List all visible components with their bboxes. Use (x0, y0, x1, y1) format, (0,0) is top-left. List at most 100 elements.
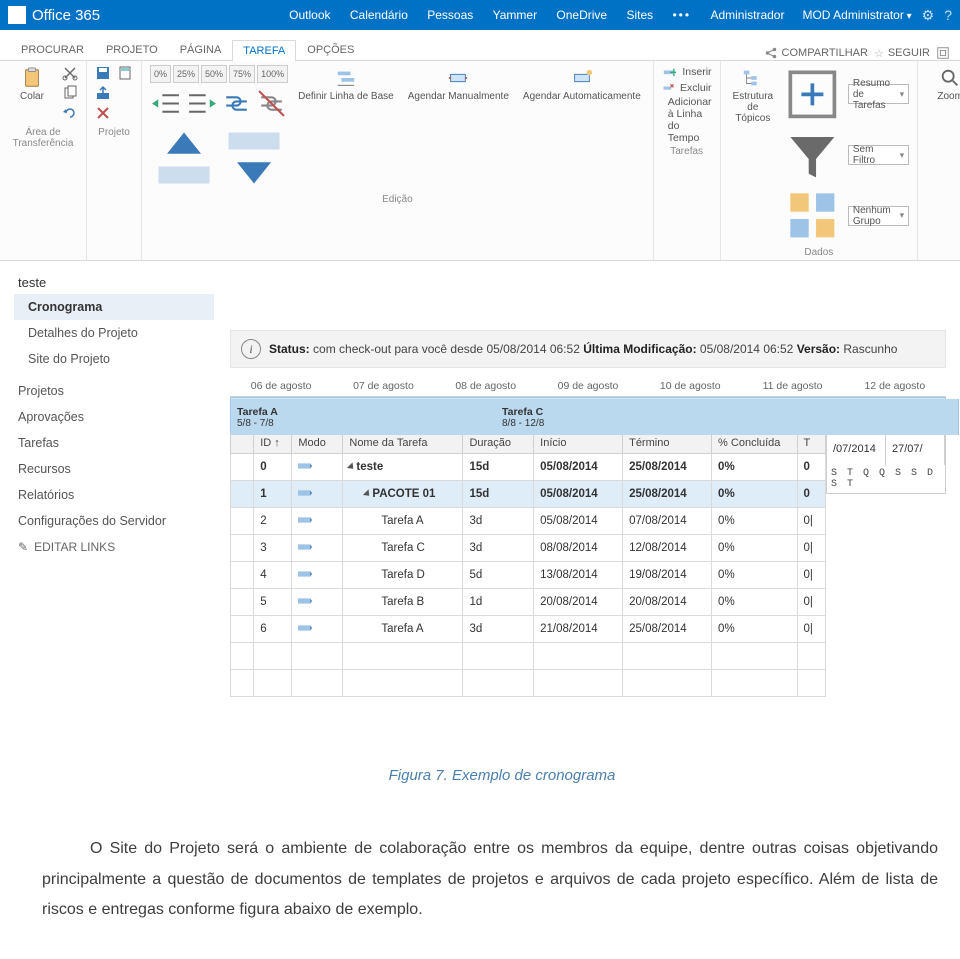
table-row[interactable]: 1PACOTE 0115d05/08/201425/08/20140%0 (231, 481, 826, 508)
col-id[interactable]: ID ↑ (254, 433, 292, 454)
sidebar-item-details[interactable]: Detalhes do Projeto (14, 320, 214, 346)
body-text: O Site do Projeto será o ambiente de col… (0, 834, 960, 959)
follow-button[interactable]: ☆SEGUIR (874, 46, 930, 60)
sidebar-item-server-settings[interactable]: Configurações do Servidor (14, 508, 214, 534)
row-up-icon[interactable] (150, 124, 218, 192)
table-row[interactable]: 0teste15d05/08/201425/08/20140%0 (231, 454, 826, 481)
office-logo-icon (8, 6, 26, 24)
gantt-bars: Tarefa A5/8 - 7/8Tarefa C8/8 - 12/8 (230, 397, 946, 432)
dd-summary[interactable]: Resumo de Tarefas (783, 65, 909, 124)
task-mode-icon (298, 542, 312, 552)
sidebar-item-tasks[interactable]: Tarefas (14, 430, 214, 456)
tab-page[interactable]: PÁGINA (169, 39, 233, 60)
delete-button[interactable]: Excluir (662, 82, 712, 94)
ribbon-group-edition: 0% 25% 50% 75% 100% (142, 61, 654, 260)
col-start[interactable]: Início (534, 433, 623, 454)
zoom-75[interactable]: 75% (229, 65, 255, 83)
table-row[interactable]: 5Tarefa B1d20/08/201420/08/20140%0| (231, 589, 826, 616)
cut-icon[interactable] (62, 65, 78, 81)
save-icon[interactable] (95, 65, 111, 81)
table-row-empty[interactable] (231, 670, 826, 697)
publish-icon[interactable] (95, 85, 111, 101)
sidebar-item-approvals[interactable]: Aprovações (14, 404, 214, 430)
body-paragraph: O Site do Projeto será o ambiente de col… (42, 834, 938, 925)
brand[interactable]: Office 365 (8, 6, 100, 24)
zoom-button[interactable]: Zoom (926, 65, 960, 104)
dd-group[interactable]: Nenhum Grupo (783, 186, 909, 245)
zoom-0[interactable]: 0% (150, 65, 171, 83)
close-icon[interactable] (95, 105, 111, 121)
nav-sites[interactable]: Sites (626, 8, 653, 22)
tab-project[interactable]: PROJETO (95, 39, 169, 60)
sidebar-item-resources[interactable]: Recursos (14, 456, 214, 482)
schedule-auto-button[interactable]: Agendar Automaticamente (519, 65, 645, 104)
suite-nav: Outlook Calendário Pessoas Yammer OneDri… (281, 8, 792, 22)
unlink-tasks-icon[interactable] (255, 87, 288, 120)
zoom-label: Zoom (937, 91, 960, 102)
tab-task[interactable]: TAREFA (232, 40, 296, 61)
schedule-auto-icon (571, 67, 593, 89)
zoom-25[interactable]: 25% (173, 65, 199, 83)
zoom-100[interactable]: 100% (257, 65, 288, 83)
ribbon-group-zoom: Zoom (918, 61, 960, 260)
share-button[interactable]: COMPARTILHAR (764, 46, 868, 60)
nav-more[interactable]: ••• (672, 8, 691, 22)
left-sidebar: teste Cronograma Detalhes do Projeto Sit… (14, 273, 230, 560)
table-row[interactable]: 4Tarefa D5d13/08/201419/08/20140%0| (231, 562, 826, 589)
suite-header: Office 365 Outlook Calendário Pessoas Ya… (0, 0, 960, 30)
focus-button[interactable] (936, 46, 950, 60)
add-to-timeline-button[interactable]: Adicionar à Linha do Tempo (662, 96, 712, 144)
insert-button[interactable]: Inserir (662, 65, 712, 80)
col-name[interactable]: Nome da Tarefa (343, 433, 463, 454)
nav-people[interactable]: Pessoas (427, 8, 473, 22)
table-row[interactable]: 6Tarefa A3d21/08/201425/08/20140%0| (231, 616, 826, 643)
col-t[interactable]: T (797, 433, 825, 454)
gantt-bar[interactable]: Tarefa C8/8 - 12/8 (496, 399, 959, 435)
group-label-clipboard: Área de Transferência (8, 125, 78, 149)
col-mode[interactable]: Modo (292, 433, 343, 454)
undo-icon[interactable] (62, 105, 78, 121)
user-menu[interactable]: MOD Administrator (802, 8, 911, 22)
gantt-bar[interactable]: Tarefa A5/8 - 7/8 (231, 399, 509, 435)
table-row[interactable]: 3Tarefa C3d08/08/201412/08/20140%0| (231, 535, 826, 562)
gantt-date: 08 de agosto (435, 380, 537, 392)
zoom-levels: 0% 25% 50% 75% 100% (150, 65, 288, 83)
gear-icon[interactable]: ⚙ (922, 7, 935, 24)
nav-outlook[interactable]: Outlook (289, 8, 330, 22)
table-row[interactable]: 2Tarefa A3d05/08/201407/08/20140%0| (231, 508, 826, 535)
schedule-manual-button[interactable]: Agendar Manualmente (404, 65, 513, 104)
baseline-button[interactable]: Definir Linha de Base (294, 65, 398, 104)
sidebar-edit-links[interactable]: ✎EDITAR LINKS (14, 534, 214, 560)
outdent-icon[interactable] (150, 87, 183, 120)
dd-filter[interactable]: Sem Filtro (783, 126, 909, 185)
sidebar-item-projects[interactable]: Projetos (14, 378, 214, 404)
col-pct[interactable]: % Concluída (712, 433, 797, 454)
sidebar-item-site[interactable]: Site do Projeto (14, 346, 214, 372)
task-mode-icon (298, 623, 312, 633)
tab-options[interactable]: OPÇÕES (296, 39, 365, 60)
zoom-50[interactable]: 50% (201, 65, 227, 83)
star-icon: ☆ (874, 47, 884, 60)
indent-icon[interactable] (185, 87, 218, 120)
gantt-week-a: /07/2014 (833, 443, 879, 455)
col-select[interactable] (231, 433, 254, 454)
paste-button[interactable]: Colar (8, 65, 56, 104)
sidebar-item-schedule[interactable]: Cronograma (14, 294, 214, 320)
nav-onedrive[interactable]: OneDrive (556, 8, 607, 22)
nav-yammer[interactable]: Yammer (493, 8, 537, 22)
pencil-icon: ✎ (18, 540, 28, 554)
outline-button[interactable]: Estrutura de Tópicos (729, 65, 778, 126)
nav-calendar[interactable]: Calendário (350, 8, 408, 22)
col-duration[interactable]: Duração (463, 433, 534, 454)
table-row-empty[interactable] (231, 643, 826, 670)
nav-admin[interactable]: Administrador (710, 8, 784, 22)
sidebar-item-reports[interactable]: Relatórios (14, 482, 214, 508)
tab-browse[interactable]: PROCURAR (10, 39, 95, 60)
col-end[interactable]: Término (623, 433, 712, 454)
copy-icon[interactable] (62, 85, 78, 101)
link-tasks-icon[interactable] (220, 87, 253, 120)
calc-icon[interactable] (117, 65, 133, 81)
row-down-icon[interactable] (220, 124, 288, 192)
help-icon[interactable]: ? (944, 7, 952, 23)
gantt-day-letters: S T Q Q S S D S T (826, 465, 946, 494)
